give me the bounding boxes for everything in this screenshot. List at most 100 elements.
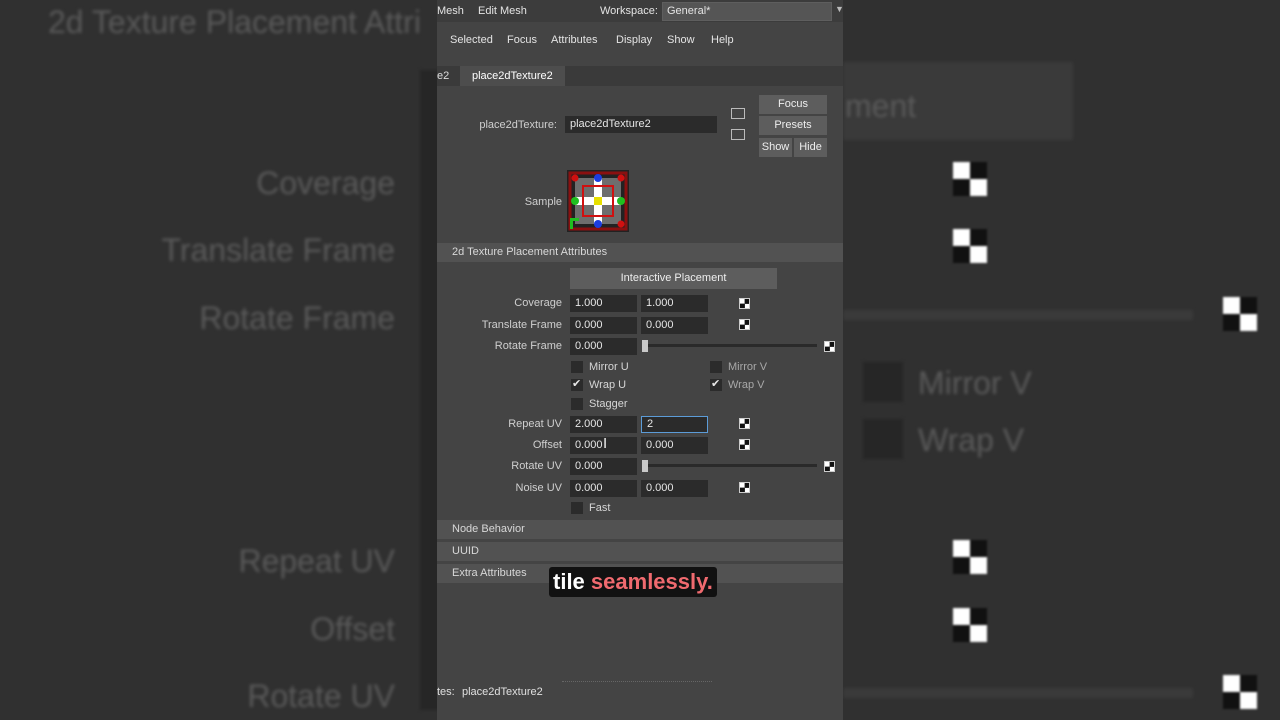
repeat-v-field[interactable]: 2 bbox=[641, 416, 708, 433]
rotate-frame-slider-handle[interactable] bbox=[642, 340, 648, 352]
bg-checkbox bbox=[863, 419, 903, 459]
copy-tab-icon[interactable] bbox=[731, 129, 745, 140]
bg-checkbox bbox=[863, 362, 903, 402]
bg-title: 2d Texture Placement Attri bbox=[48, 4, 421, 40]
bg-slider bbox=[843, 310, 1193, 320]
menu-help[interactable]: Help bbox=[711, 34, 734, 46]
background-right: ment Mirror V Wrap V bbox=[843, 0, 1280, 720]
bg-checker-icon bbox=[1223, 297, 1257, 331]
bg-divider bbox=[420, 70, 437, 710]
presets-button[interactable]: Presets bbox=[759, 116, 827, 135]
bg-ment: ment bbox=[845, 88, 917, 124]
bg-wrap-v: Wrap V bbox=[918, 422, 1025, 458]
section-node-behavior[interactable]: Node Behavior bbox=[437, 520, 843, 539]
menu-selected[interactable]: Selected bbox=[450, 34, 493, 46]
rotate-frame-field[interactable]: 0.000 bbox=[570, 338, 637, 355]
workspace-value: General* bbox=[667, 5, 711, 17]
noise-u-field[interactable]: 0.000 bbox=[570, 480, 637, 497]
menu-mesh[interactable]: Mesh bbox=[437, 5, 464, 17]
section-title: Extra Attributes bbox=[452, 567, 527, 579]
rotate-uv-slider-handle[interactable] bbox=[642, 460, 648, 472]
translate-frame-v-field[interactable]: 0.000 bbox=[641, 317, 708, 334]
repeat-uv-label: Repeat UV bbox=[508, 418, 562, 430]
sample-label: Sample bbox=[524, 196, 562, 208]
texture-sample-icon bbox=[567, 170, 629, 232]
section-title: UUID bbox=[452, 545, 479, 557]
rotate-uv-label: Rotate UV bbox=[511, 460, 562, 472]
rotate-frame-label: Rotate Frame bbox=[494, 340, 562, 352]
load-attributes-icon[interactable] bbox=[731, 108, 745, 119]
bg-rotate-uv: Rotate UV bbox=[247, 678, 395, 714]
repeat-u-field[interactable]: 2.000 bbox=[570, 416, 637, 433]
checker-map-icon[interactable] bbox=[739, 439, 750, 450]
checker-map-icon[interactable] bbox=[739, 418, 750, 429]
translate-frame-label: Translate Frame bbox=[481, 319, 562, 331]
coverage-label: Coverage bbox=[514, 297, 562, 309]
attribute-editor-panel: Mesh Edit Mesh Workspace: General* ▼ Sel… bbox=[437, 0, 843, 720]
fast-checkbox[interactable] bbox=[571, 502, 583, 514]
stagger-checkbox[interactable] bbox=[571, 398, 583, 410]
top-bar: Mesh Edit Mesh Workspace: General* ▼ bbox=[437, 0, 843, 22]
menu-attributes[interactable]: Attributes bbox=[551, 34, 597, 46]
wrap-u-label: Wrap U bbox=[589, 379, 627, 391]
menu-focus[interactable]: Focus bbox=[507, 34, 537, 46]
offset-label: Offset bbox=[532, 439, 562, 451]
checker-map-icon[interactable] bbox=[824, 341, 835, 352]
noise-uv-label: Noise UV bbox=[515, 482, 562, 494]
wrap-v-checkbox[interactable] bbox=[710, 377, 722, 391]
offset-v-field[interactable]: 0.000 bbox=[641, 437, 708, 454]
chevron-down-icon[interactable]: ▼ bbox=[835, 4, 843, 14]
stagger-label: Stagger bbox=[589, 398, 628, 410]
bg-checker-icon bbox=[953, 540, 987, 574]
checker-map-icon[interactable] bbox=[739, 482, 750, 493]
interactive-placement-button[interactable]: Interactive Placement bbox=[570, 268, 777, 289]
bg-offset: Offset bbox=[310, 611, 395, 647]
hide-button[interactable]: Hide bbox=[794, 138, 827, 157]
checker-map-icon[interactable] bbox=[739, 319, 750, 330]
bg-mirror-v: Mirror V bbox=[918, 365, 1032, 401]
wrap-v-label: Wrap V bbox=[728, 379, 765, 391]
bg-checker-icon bbox=[953, 162, 987, 196]
translate-frame-u-field[interactable]: 0.000 bbox=[570, 317, 637, 334]
mirror-u-checkbox[interactable] bbox=[571, 361, 583, 373]
footer-divider bbox=[562, 681, 712, 682]
rotate-frame-slider[interactable] bbox=[642, 344, 817, 347]
caption-highlight-word: seamlessly. bbox=[590, 569, 713, 594]
section-2d-texture-placement[interactable]: 2d Texture Placement Attributes bbox=[437, 243, 843, 262]
bg-translate-frame: Translate Frame bbox=[161, 232, 395, 268]
workspace-select[interactable]: General* bbox=[662, 2, 832, 21]
menu-edit-mesh[interactable]: Edit Mesh bbox=[478, 5, 527, 17]
node-name-field[interactable]: place2dTexture2 bbox=[565, 116, 717, 133]
background-left: 2d Texture Placement Attri Coverage Tran… bbox=[0, 0, 437, 720]
coverage-u-field[interactable]: 1.000 bbox=[570, 295, 637, 312]
mirror-v-checkbox[interactable] bbox=[710, 361, 722, 373]
coverage-v-field[interactable]: 1.000 bbox=[641, 295, 708, 312]
tab-prev-node[interactable]: e2 bbox=[437, 66, 449, 86]
wrap-u-checkbox[interactable] bbox=[571, 377, 583, 391]
noise-v-field[interactable]: 0.000 bbox=[641, 480, 708, 497]
section-title: Node Behavior bbox=[452, 523, 525, 535]
bg-checker-icon bbox=[1223, 675, 1257, 709]
text-cursor-icon: I bbox=[603, 435, 608, 452]
rotate-uv-slider[interactable] bbox=[642, 464, 817, 467]
menu-show[interactable]: Show bbox=[667, 34, 695, 46]
video-caption: tile seamlessly. bbox=[549, 567, 717, 597]
checker-map-icon[interactable] bbox=[824, 461, 835, 472]
bg-rotate-frame: Rotate Frame bbox=[199, 300, 395, 336]
fast-label: Fast bbox=[589, 502, 611, 514]
menu-display[interactable]: Display bbox=[616, 34, 652, 46]
bg-checker-icon bbox=[953, 229, 987, 263]
node-tab-bar: e2 place2dTexture2 bbox=[437, 66, 843, 86]
section-uuid[interactable]: UUID bbox=[437, 542, 843, 561]
mirror-v-label: Mirror V bbox=[728, 361, 768, 373]
workspace-label: Workspace: bbox=[600, 5, 658, 17]
focus-button[interactable]: Focus bbox=[759, 95, 827, 114]
node-name-label: place2dTexture: bbox=[479, 119, 557, 131]
checker-map-icon[interactable] bbox=[739, 298, 750, 309]
notes-label: tes: bbox=[437, 686, 455, 698]
show-button[interactable]: Show bbox=[759, 138, 792, 157]
caption-word: tile bbox=[553, 569, 585, 594]
rotate-uv-field[interactable]: 0.000 bbox=[570, 458, 637, 475]
tab-place2dtexture2[interactable]: place2dTexture2 bbox=[460, 66, 565, 86]
mirror-u-label: Mirror U bbox=[589, 361, 629, 373]
